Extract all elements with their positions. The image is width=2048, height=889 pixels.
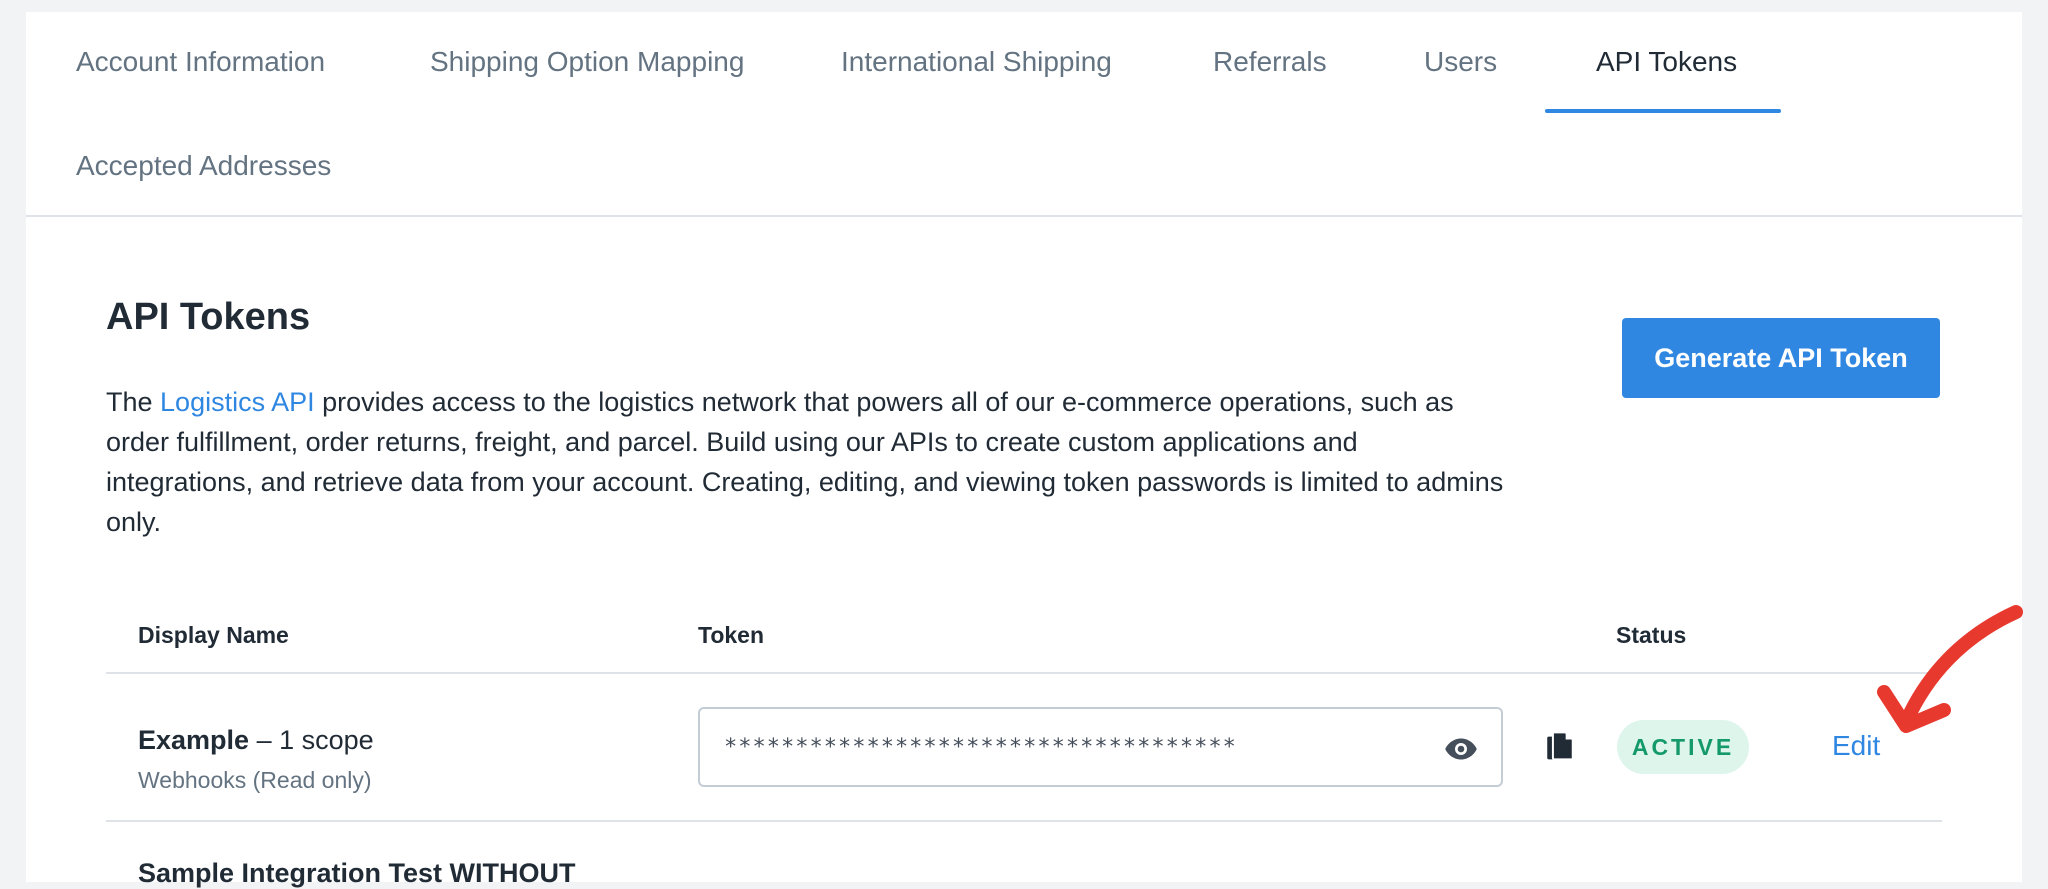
tab-api-tokens[interactable]: API Tokens [1596,46,1737,78]
table-row-divider [106,820,1942,822]
tab-account-information[interactable]: Account Information [76,46,325,78]
token-scopes: Webhooks (Read only) [138,767,372,793]
copy-icon[interactable] [1545,731,1575,765]
status-badge: ACTIVE [1617,720,1749,774]
eye-icon[interactable] [1443,731,1479,767]
description-prefix: The [106,387,161,417]
description-text: provides access to the logistics network… [106,387,1504,537]
tab-shipping-option-mapping[interactable]: Shipping Option Mapping [430,46,744,78]
token-field[interactable]: ************************************ [698,707,1503,787]
logistics-api-link[interactable]: Logistics API [160,387,315,417]
tab-referrals[interactable]: Referrals [1213,46,1327,78]
page-description: The Logistics API provides access to the… [106,382,1506,542]
column-header-token: Token [698,622,765,648]
table-row-partial: Sample Integration Test WITHOUT [138,858,576,888]
page-title: API Tokens [106,296,311,338]
token-masked-value: ************************************ [724,735,1237,760]
tab-users[interactable]: Users [1424,46,1497,78]
red-arrow-icon [1877,605,2023,733]
token-scope-count: – 1 scope [249,725,374,755]
token-name: Example [138,725,250,755]
tab-international-shipping[interactable]: International Shipping [841,46,1112,78]
active-tab-indicator [1545,109,1781,113]
column-header-status: Status [1616,622,1687,648]
table-header-divider [106,672,1942,674]
tab-bar: Account Information Shipping Option Mapp… [26,12,2022,217]
token-display-name: Example – 1 scope [138,725,374,756]
column-header-display-name: Display Name [138,622,289,648]
tab-accepted-addresses[interactable]: Accepted Addresses [76,150,331,182]
settings-card: Account Information Shipping Option Mapp… [26,12,2023,888]
generate-api-token-button[interactable]: Generate API Token [1622,318,1940,398]
